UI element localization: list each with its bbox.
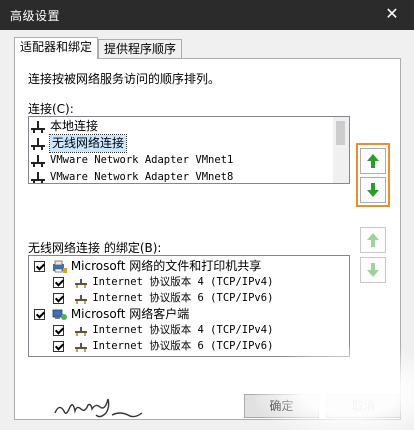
tab-label: 提供程序顺序 (103, 42, 176, 56)
network-adapter-icon (31, 171, 45, 183)
ok-button[interactable]: 确定 (244, 394, 319, 418)
list-item[interactable]: 无线网络连接 (31, 134, 128, 153)
arrow-down-icon (367, 183, 379, 197)
tab-label: 适配器和绑定 (19, 40, 92, 54)
list-item[interactable]: VMware Network Adapter VMnet8 (31, 169, 234, 183)
binding-label: Microsoft 网络的文件和打印机共享 (70, 259, 262, 273)
binding-item[interactable]: Microsoft 网络的文件和打印机共享 (34, 258, 261, 275)
binding-label: Internet 协议版本 4 (TCP/IPv4) (92, 276, 274, 288)
checkbox[interactable] (53, 293, 64, 304)
network-adapter-icon (31, 154, 45, 167)
binding-item[interactable]: Microsoft 网络客户端 (34, 306, 189, 323)
checkbox[interactable] (53, 325, 64, 336)
protocol-icon (75, 342, 88, 352)
arrow-up-icon (367, 154, 379, 168)
binding-label: Microsoft 网络客户端 (70, 307, 190, 321)
network-client-icon (52, 309, 67, 320)
scrollbar-thumb[interactable] (336, 121, 345, 145)
connections-label: 连接(C): (28, 102, 74, 116)
list-item[interactable]: 本地连接 (31, 118, 98, 135)
protocol-icon (75, 326, 88, 336)
binding-item[interactable]: Internet 协议版本 4 (TCP/IPv4) (53, 322, 273, 339)
checkbox[interactable] (53, 277, 64, 288)
title-bar: 高级设置 ✕ (0, 0, 414, 30)
network-adapter-icon (31, 137, 45, 150)
connections-list[interactable]: 本地连接 无线网络连接 VMware Network Adapter VMnet… (28, 116, 350, 184)
binding-label: Internet 协议版本 6 (TCP/IPv6) (92, 340, 274, 352)
arrow-up-icon (367, 233, 379, 247)
binding-label: Internet 协议版本 6 (TCP/IPv6) (92, 292, 274, 304)
network-adapter-icon (31, 120, 45, 133)
checkbox[interactable] (34, 261, 45, 272)
protocol-icon (75, 278, 88, 288)
bindings-label: 无线网络连接 的绑定(B): (28, 241, 162, 255)
binding-item[interactable]: Internet 协议版本 6 (TCP/IPv6) (53, 338, 273, 355)
binding-move-up-button[interactable] (360, 227, 386, 253)
tab-provider-order[interactable]: 提供程序顺序 (98, 39, 182, 58)
binding-label: Internet 协议版本 4 (TCP/IPv4) (92, 324, 274, 336)
tab-adapters-bindings[interactable]: 适配器和绑定 (14, 37, 98, 59)
cancel-button[interactable]: 取消 (326, 394, 401, 418)
close-button[interactable]: ✕ (382, 4, 402, 24)
connection-label: VMware Network Adapter VMnet1 (50, 154, 234, 166)
connection-label: 无线网络连接 (48, 134, 128, 153)
instruction-text: 连接按被网络服务访问的顺序排列。 (28, 72, 221, 86)
connection-label: 本地连接 (50, 119, 99, 133)
checkbox[interactable] (34, 309, 45, 320)
binding-item[interactable]: Internet 协议版本 6 (TCP/IPv6) (53, 290, 273, 307)
move-up-button[interactable] (360, 148, 386, 174)
printer-share-icon (52, 260, 67, 273)
protocol-icon (75, 294, 88, 304)
move-down-button[interactable] (360, 177, 386, 203)
list-item[interactable]: VMware Network Adapter VMnet1 (31, 152, 233, 169)
bindings-list[interactable]: Microsoft 网络的文件和打印机共享 Internet 协议版本 4 (T… (28, 255, 350, 357)
vertical-scrollbar[interactable] (333, 117, 349, 183)
dialog-body: 适配器和绑定 提供程序顺序 连接按被网络服务访问的顺序排列。 连接(C): 本地… (0, 30, 414, 430)
checkbox[interactable] (53, 341, 64, 352)
signature-watermark (54, 398, 143, 418)
binding-move-down-button[interactable] (360, 257, 386, 283)
connection-label: VMware Network Adapter VMnet8 (50, 171, 234, 183)
arrow-down-icon (367, 263, 379, 277)
tab-panel: 连接按被网络服务访问的顺序排列。 连接(C): 本地连接 无线网络连接 VMwa… (14, 58, 401, 420)
binding-item[interactable]: Internet 协议版本 4 (TCP/IPv4) (53, 274, 273, 291)
window-title: 高级设置 (10, 9, 61, 23)
